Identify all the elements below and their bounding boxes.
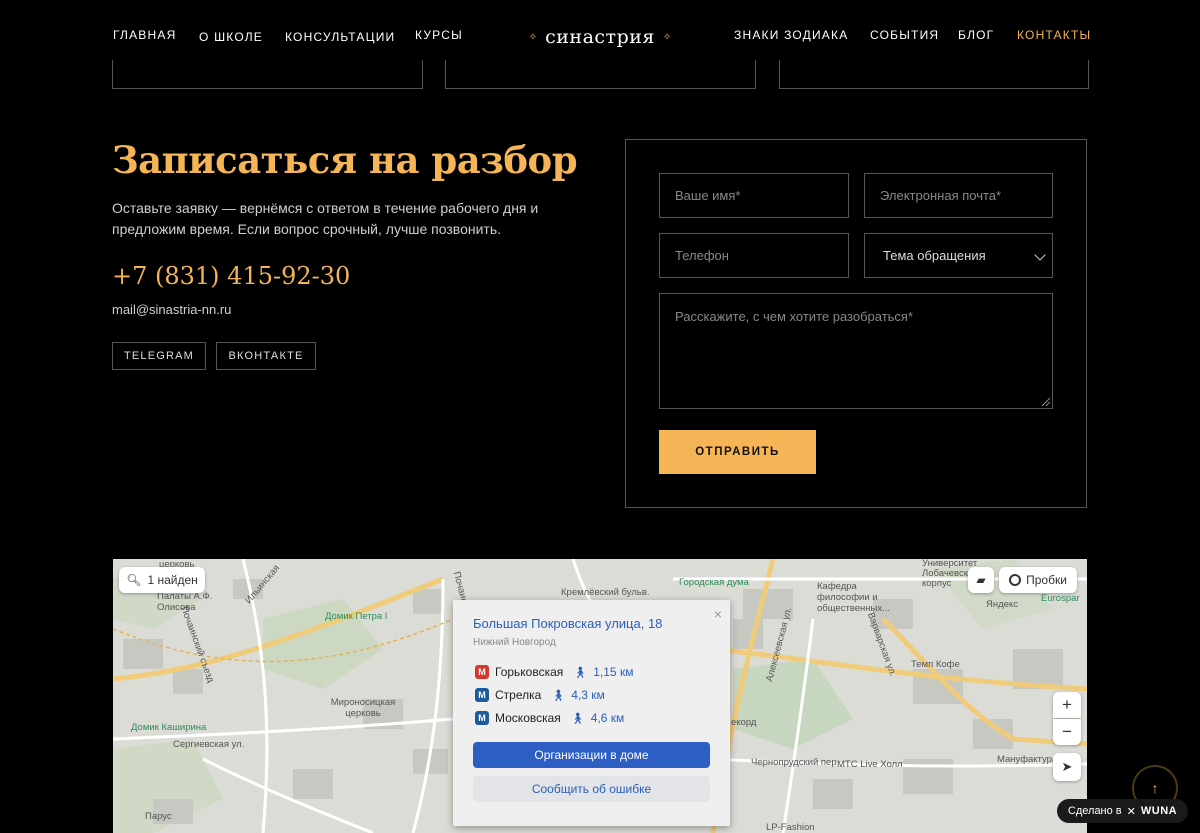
resize-handle-icon[interactable] — [1042, 398, 1050, 406]
wuna-logo-icon: ✕ — [1126, 805, 1136, 818]
map-label: Парус — [145, 811, 172, 822]
metro-row: M Горьковская 🚶︎ 1,15 км — [475, 665, 633, 679]
arrow-up-icon: ↑ — [1151, 780, 1159, 796]
organizations-button[interactable]: Организации в доме — [473, 742, 710, 768]
nav-consultations[interactable]: Консультации — [285, 30, 395, 44]
traffic-button[interactable]: Пробки — [999, 567, 1077, 593]
metro-icon: M — [475, 688, 489, 702]
zoom-out-button[interactable]: − — [1053, 719, 1081, 745]
vkontakte-button[interactable]: ВКонтакте — [216, 342, 316, 370]
map-label: екорд — [731, 717, 757, 728]
map-label: Мануфактура — [997, 754, 1058, 765]
made-by-prefix: Сделано в — [1067, 805, 1122, 817]
map-label: Сергиевская ул. — [173, 739, 245, 750]
nav-zodiac[interactable]: Знаки зодиака — [734, 28, 848, 42]
metro-distance: 1,15 км — [593, 665, 634, 679]
ruler-icon: ▰ — [976, 573, 986, 587]
location-arrow-icon: ➤ — [1061, 759, 1073, 774]
phone-link[interactable]: +7 (831) 415-92-30 — [112, 262, 350, 290]
star-icon: ✧ — [528, 31, 538, 43]
metro-station: Московская — [495, 711, 561, 725]
popup-city: Нижний Новгород — [473, 637, 556, 648]
nav-courses[interactable]: Курсы — [415, 28, 463, 42]
map-label: Eurospar — [1041, 593, 1080, 604]
phone-field[interactable]: Телефон — [659, 233, 849, 278]
geolocation-button[interactable]: ➤ — [1053, 753, 1081, 781]
map-label: Городская дума — [679, 577, 749, 588]
map[interactable]: церковь Палаты А.Ф. Олисова Ильинская До… — [113, 559, 1087, 833]
map-label: Яндекс — [986, 599, 1018, 610]
topic-select-value: Тема обращения — [883, 248, 986, 263]
map-label: Домик Каширина — [131, 722, 207, 733]
nav-about[interactable]: О школе — [199, 30, 263, 44]
name-field[interactable]: Ваше имя* — [659, 173, 849, 218]
search-result-label: 1 найден — [147, 573, 198, 587]
metro-icon: M — [475, 665, 489, 679]
traffic-icon — [1009, 574, 1022, 586]
nav-events[interactable]: События — [870, 28, 939, 42]
topic-select[interactable]: Тема обращения — [864, 233, 1053, 278]
map-label: Темп Кофе — [911, 659, 960, 670]
metro-icon: M — [475, 711, 489, 725]
email-link[interactable]: mail@sinastria-nn.ru — [112, 302, 231, 317]
section-title: Записаться на разбор — [112, 138, 578, 182]
map-label: Кремлёвский бульв. — [561, 587, 650, 598]
logo[interactable]: ✧ синастрия ✧ — [528, 24, 672, 50]
map-label: Домик Петра I — [325, 611, 388, 622]
walk-icon: 🚶︎ — [573, 666, 588, 679]
nav-home[interactable]: Главная — [113, 28, 176, 42]
nav-contacts[interactable]: Контакты — [1017, 28, 1091, 42]
section-lead: Оставьте заявку — вернёмся с ответом в т… — [112, 200, 539, 237]
map-label: Кафедра философии и общественных... — [817, 581, 891, 614]
walk-icon: 🚶︎ — [570, 712, 585, 725]
star-icon: ✧ — [662, 31, 672, 43]
message-placeholder: Расскажите, с чем хотите разобраться* — [675, 309, 914, 324]
metro-row: M Московская 🚶︎ 4,6 км — [475, 711, 624, 725]
metro-distance: 4,3 км — [571, 688, 605, 702]
zoom-in-button[interactable]: + — [1053, 692, 1081, 718]
message-field[interactable]: Расскажите, с чем хотите разобраться* — [659, 293, 1053, 409]
chevron-down-icon — [1034, 249, 1046, 261]
map-label: LP-Fashion — [766, 822, 815, 833]
telegram-button[interactable]: Telegram — [112, 342, 206, 370]
report-error-button[interactable]: Сообщить об ошибке — [473, 776, 710, 802]
metro-row: M Стрелка 🚶︎ 4,3 км — [475, 688, 605, 702]
map-search-result[interactable]: 🔍︎ 1 найден — [119, 567, 205, 593]
logo-text: синастрия — [545, 26, 655, 48]
traffic-label: Пробки — [1026, 573, 1067, 587]
address-popup: × Большая Покровская улица, 18 Нижний Но… — [453, 600, 730, 826]
card-stub — [779, 60, 1089, 89]
search-icon: 🔍︎ — [126, 573, 142, 587]
card-stub — [112, 60, 423, 89]
popup-address[interactable]: Большая Покровская улица, 18 — [473, 616, 662, 631]
made-by-badge[interactable]: Сделано в ✕ WUNA — [1057, 799, 1188, 823]
walk-icon: 🚶︎ — [551, 689, 566, 702]
nav-blog[interactable]: Блог — [958, 28, 994, 42]
map-label: МТС Live Холл — [837, 759, 903, 770]
submit-button[interactable]: Отправить — [659, 430, 816, 474]
close-icon[interactable]: × — [714, 606, 722, 622]
metro-station: Горьковская — [495, 665, 564, 679]
map-label: Мироносицкая церковь — [330, 697, 396, 719]
ruler-button[interactable]: ▰ — [968, 567, 994, 593]
map-label: Чернопрудский пер. — [751, 757, 840, 768]
metro-distance: 4,6 км — [590, 711, 625, 725]
made-by-brand: WUNA — [1140, 805, 1178, 817]
email-field[interactable]: Электронная почта* — [864, 173, 1053, 218]
metro-station: Стрелка — [495, 688, 542, 702]
card-stub — [445, 60, 756, 89]
